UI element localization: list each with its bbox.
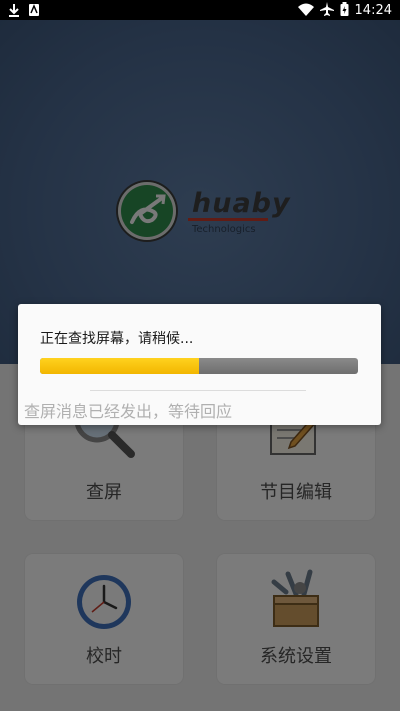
airplane-icon (319, 2, 334, 19)
progress-dialog: 正在查找屏幕，请稍候... 查屏消息已经发出，等待回应 (18, 304, 381, 425)
download-icon (8, 3, 20, 20)
wifi-icon (297, 3, 314, 19)
battery-icon (340, 2, 349, 19)
clock-text: 14:24 (354, 3, 392, 18)
notification-icon (28, 3, 40, 20)
dialog-message: 正在查找屏幕，请稍候... (40, 331, 194, 347)
dialog-divider (90, 390, 306, 391)
progress-bar-fill (40, 358, 199, 374)
dialog-sub-message: 查屏消息已经发出，等待回应 (24, 402, 233, 421)
status-bar: 14:24 (0, 0, 400, 20)
progress-bar (40, 358, 358, 374)
